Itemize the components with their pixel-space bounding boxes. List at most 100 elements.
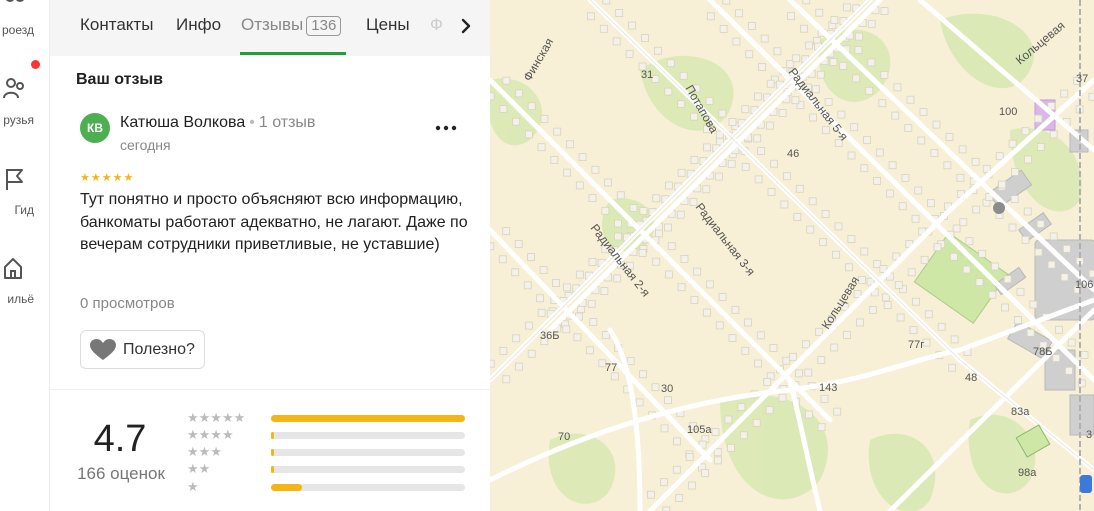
- left-rail: роезд рузья Гид ильё: [0, 0, 50, 511]
- rail-label: Гид: [14, 203, 34, 217]
- tab-faded[interactable]: Ф: [430, 15, 443, 35]
- map-house: [891, 111, 900, 120]
- map-house: [515, 362, 523, 371]
- map-view[interactable]: Финская Потапова Радиальная 5-я Радиальн…: [490, 0, 1094, 511]
- map-house: [911, 214, 920, 223]
- map-house: [998, 180, 1007, 189]
- map-house: [795, 184, 804, 193]
- distribution-stars: ★★★★★: [187, 410, 246, 425]
- map-house: [856, 318, 864, 327]
- reviews-count-badge: 136: [306, 16, 342, 36]
- review-author-line: Катюша Волкова • 1 отзыв: [120, 114, 315, 132]
- map-house: [924, 310, 933, 319]
- map-house: [1055, 325, 1063, 334]
- map-house: [527, 102, 536, 111]
- map-house: [1029, 300, 1038, 309]
- map-house: [539, 266, 548, 275]
- house-number: 105а: [687, 424, 712, 436]
- house-number: 36Б: [540, 330, 559, 342]
- house-number: 100: [999, 106, 1017, 118]
- map-house: [693, 267, 702, 276]
- organization-panel: Контакты Инфо Отзывы 136 Цены Ф Ваш отзыв…: [50, 0, 490, 511]
- map-house: [625, 50, 634, 58]
- map-house: [990, 262, 999, 271]
- map-house: [893, 83, 902, 92]
- map-house: [1008, 139, 1017, 148]
- section-title: Ваш отзыв: [76, 71, 163, 88]
- map-house: [782, 356, 791, 365]
- map-house: [502, 375, 511, 384]
- tab-info[interactable]: Инфо: [176, 15, 221, 35]
- map-house: [1034, 248, 1043, 257]
- useful-button[interactable]: Полезно?: [80, 330, 205, 369]
- map-house: [867, 19, 876, 28]
- map-house: [843, 3, 852, 12]
- map-house: [830, 343, 839, 352]
- rail-item-route[interactable]: роезд: [0, 0, 49, 45]
- map-house: [498, 255, 507, 264]
- rail-item-friends[interactable]: рузья: [0, 72, 49, 132]
- house-number: 106: [1075, 279, 1093, 291]
- map-house: [591, 165, 600, 174]
- map-house: [873, 176, 882, 185]
- map-house: [655, 229, 663, 238]
- map-house: [604, 178, 612, 187]
- author-name[interactable]: Катюша Волкова: [120, 114, 245, 131]
- map-house: [860, 164, 869, 173]
- map-house: [817, 356, 826, 365]
- map-house: [613, 274, 622, 283]
- map-house: [563, 168, 571, 177]
- transport-marker-icon[interactable]: [1080, 475, 1092, 493]
- map-house: [677, 100, 686, 108]
- map-house: [806, 225, 815, 234]
- map-house: [829, 58, 838, 66]
- map-house: [726, 443, 735, 452]
- rail-item-guide[interactable]: Гид: [0, 160, 49, 220]
- map-house: [575, 270, 584, 279]
- map-house: [575, 181, 584, 190]
- map-house: [765, 121, 774, 130]
- tab-contacts[interactable]: Контакты: [80, 15, 153, 35]
- review-menu-button[interactable]: [432, 116, 460, 140]
- notification-dot: [31, 60, 40, 69]
- map-house: [502, 227, 511, 236]
- map-house: [705, 280, 714, 289]
- map-house: [920, 255, 929, 264]
- map-house: [854, 46, 863, 54]
- map-house: [917, 136, 926, 145]
- map-house: [741, 105, 750, 114]
- tab-prices[interactable]: Цены: [366, 15, 410, 35]
- map-house: [550, 155, 559, 164]
- map-house: [587, 299, 596, 308]
- map-house: [1088, 92, 1094, 101]
- map-house: [865, 86, 874, 95]
- map-house: [588, 257, 597, 266]
- map-house: [809, 113, 818, 122]
- poi-marker-icon[interactable]: [993, 202, 1005, 214]
- map-house: [1021, 235, 1030, 244]
- map-house: [972, 205, 981, 214]
- map-house: [1024, 155, 1032, 164]
- map-house: [852, 74, 861, 83]
- map-house: [629, 204, 638, 212]
- map-house: [744, 318, 753, 327]
- tabs-next-button[interactable]: [454, 12, 478, 40]
- map-house: [843, 331, 852, 339]
- avatar[interactable]: КВ: [80, 113, 110, 143]
- map-house: [819, 238, 828, 247]
- map-house: [975, 278, 984, 287]
- map-house: [662, 506, 671, 511]
- map-house: [1049, 232, 1058, 241]
- map-house: [646, 490, 655, 499]
- tab-reviews[interactable]: Отзывы 136: [241, 15, 342, 36]
- map-house: [747, 21, 756, 30]
- house-number: 77г: [908, 339, 924, 351]
- map-house: [839, 62, 848, 70]
- rail-item-housing[interactable]: ильё: [0, 245, 49, 310]
- map-house: [754, 359, 762, 368]
- map-house: [971, 157, 980, 166]
- map-house: [741, 346, 750, 355]
- map-house: [757, 147, 766, 156]
- map-house: [804, 368, 813, 377]
- map-house: [909, 326, 918, 335]
